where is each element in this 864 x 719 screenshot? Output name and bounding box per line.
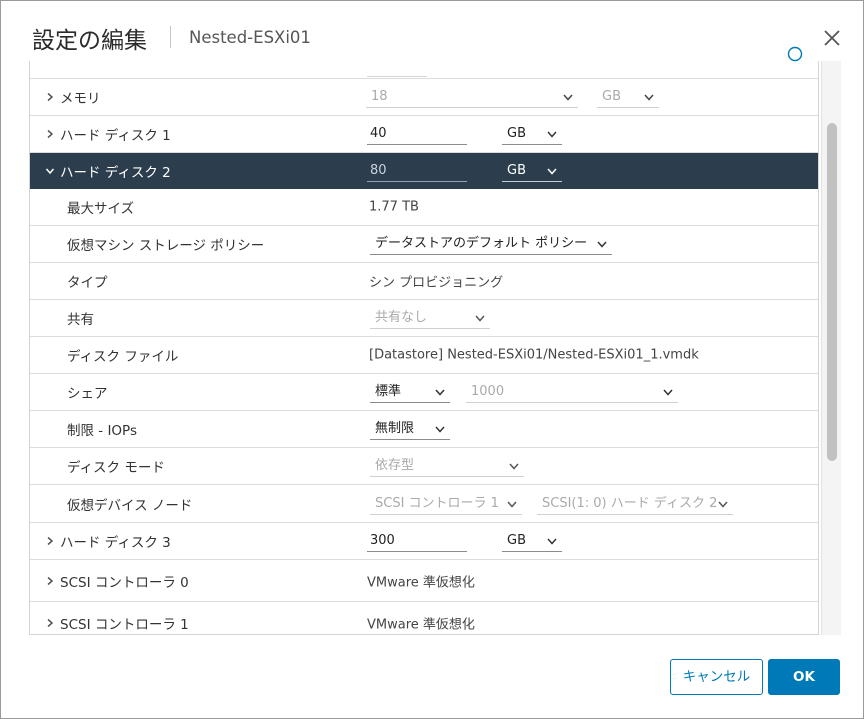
hard-disk-3-unit-select[interactable]: GB <box>502 530 562 552</box>
shares-level-select[interactable]: 標準 <box>370 381 450 403</box>
shares-row: シェア 標準 1000 <box>30 374 818 411</box>
device-node-slot-select[interactable]: SCSI(1: 0) ハード ディスク 2 <box>537 493 733 515</box>
cancel-button[interactable]: キャンセル <box>670 659 763 695</box>
hard-disk-2-row[interactable]: ハード ディスク 2 80 GB <box>30 153 818 189</box>
hard-disk-3-label: ハード ディスク 3 <box>60 535 171 551</box>
chevron-right-icon[interactable] <box>45 92 55 102</box>
dropdown-caret-icon <box>597 241 607 248</box>
title-separator <box>170 26 171 48</box>
hard-disk-2-size-input[interactable]: 80 <box>367 160 467 182</box>
type-value: シン プロビジョニング <box>369 275 504 291</box>
dialog-footer: キャンセル OK <box>1 635 863 719</box>
hard-disk-2-unit-select[interactable]: GB <box>502 160 562 182</box>
limit-iops-label: 制限 - IOPs <box>67 423 137 439</box>
chevron-down-icon[interactable] <box>45 166 55 176</box>
disk-file-label: ディスク ファイル <box>67 349 179 365</box>
storage-policy-select[interactable]: データストアのデフォルト ポリシー <box>370 233 612 255</box>
chevron-right-icon[interactable] <box>45 129 55 139</box>
shares-label: シェア <box>67 386 108 402</box>
disk-mode-row: ディスク モード 依存型 <box>30 448 818 485</box>
dropdown-caret-icon <box>644 94 654 101</box>
chevron-right-icon[interactable] <box>45 576 55 586</box>
cpu-input[interactable] <box>367 61 427 77</box>
hard-disk-1-row[interactable]: ハード ディスク 1 40 GB <box>30 116 818 153</box>
dropdown-caret-icon <box>507 501 517 508</box>
dropdown-caret-icon <box>547 168 557 175</box>
dropdown-caret-icon <box>547 538 557 545</box>
disk-file-value: [Datastore] Nested-ESXi01/Nested-ESXi01_… <box>369 347 699 363</box>
type-row: タイプ シン プロビジョニング <box>30 263 818 300</box>
storage-policy-label: 仮想マシン ストレージ ポリシー <box>67 238 265 254</box>
close-button[interactable] <box>822 28 842 48</box>
settings-list: メモリ 18 GB ハード ディスク 1 40 GB ハード ディスク 2 80… <box>29 61 819 635</box>
scrollbar-thumb[interactable] <box>827 123 837 461</box>
dropdown-caret-icon <box>547 131 557 138</box>
storage-policy-row: 仮想マシン ストレージ ポリシー データストアのデフォルト ポリシー <box>30 226 818 263</box>
dropdown-caret-icon <box>563 94 573 101</box>
device-node-controller-select[interactable]: SCSI コントローラ 1 <box>370 493 522 515</box>
ok-button[interactable]: OK <box>768 659 840 695</box>
scsi-controller-0-label: SCSI コントローラ 0 <box>60 574 189 591</box>
limit-iops-row: 制限 - IOPs 無制限 <box>30 411 818 448</box>
close-icon <box>824 30 840 46</box>
sharing-label: 共有 <box>67 312 94 328</box>
hard-disk-2-label: ハード ディスク 2 <box>60 164 171 181</box>
dropdown-caret-icon <box>435 426 445 433</box>
hard-disk-1-label: ハード ディスク 1 <box>60 128 171 144</box>
type-label: タイプ <box>67 275 108 291</box>
cpu-row-partial <box>30 61 818 79</box>
dropdown-caret-icon <box>509 463 519 470</box>
scsi-controller-1-value: VMware 準仮想化 <box>367 617 475 633</box>
dialog-header: 設定の編集 Nested-ESXi01 <box>1 1 863 61</box>
dropdown-caret-icon <box>663 389 673 396</box>
virtual-device-node-row: 仮想デバイス ノード SCSI コントローラ 1 SCSI(1: 0) ハード … <box>30 485 818 523</box>
chevron-right-icon[interactable] <box>45 536 55 546</box>
vertical-scrollbar[interactable] <box>821 61 841 635</box>
disk-mode-select[interactable]: 依存型 <box>370 455 524 477</box>
memory-unit-select[interactable]: GB <box>597 86 659 108</box>
dialog-title: 設定の編集 <box>32 28 147 54</box>
max-size-label: 最大サイズ <box>67 201 135 217</box>
scsi-controller-0-row[interactable]: SCSI コントローラ 0 VMware 準仮想化 <box>30 560 818 602</box>
memory-label: メモリ <box>60 91 101 107</box>
disk-mode-label: ディスク モード <box>67 460 165 476</box>
max-size-row: 最大サイズ 1.77 TB <box>30 189 818 226</box>
memory-row[interactable]: メモリ 18 GB <box>30 79 818 116</box>
virtual-device-node-label: 仮想デバイス ノード <box>67 497 193 514</box>
memory-size-select[interactable]: 18 <box>366 86 578 108</box>
hard-disk-1-unit-select[interactable]: GB <box>502 123 562 145</box>
scsi-controller-1-label: SCSI コントローラ 1 <box>60 617 189 633</box>
hard-disk-1-size-input[interactable]: 40 <box>367 123 467 145</box>
scsi-controller-0-value: VMware 準仮想化 <box>367 575 475 590</box>
shares-value-select[interactable]: 1000 <box>466 381 678 403</box>
sharing-select[interactable]: 共有なし <box>370 307 490 329</box>
hard-disk-3-row[interactable]: ハード ディスク 3 300 GB <box>30 523 818 560</box>
dropdown-caret-icon <box>718 501 728 508</box>
dialog-subtitle: Nested-ESXi01 <box>189 28 311 47</box>
dropdown-caret-icon <box>435 389 445 396</box>
sharing-row: 共有 共有なし <box>30 300 818 337</box>
max-size-value: 1.77 TB <box>369 199 419 215</box>
info-icon[interactable] <box>787 46 803 62</box>
hard-disk-3-size-input[interactable]: 300 <box>367 530 467 552</box>
chevron-right-icon[interactable] <box>45 618 55 628</box>
scsi-controller-1-row[interactable]: SCSI コントローラ 1 VMware 準仮想化 <box>30 602 818 634</box>
edit-settings-dialog: 設定の編集 Nested-ESXi01 メモリ 18 GB ハード ディスク 1… <box>0 0 864 719</box>
limit-iops-select[interactable]: 無制限 <box>370 418 450 440</box>
dropdown-caret-icon <box>475 315 485 322</box>
disk-file-row: ディスク ファイル [Datastore] Nested-ESXi01/Nest… <box>30 337 818 374</box>
